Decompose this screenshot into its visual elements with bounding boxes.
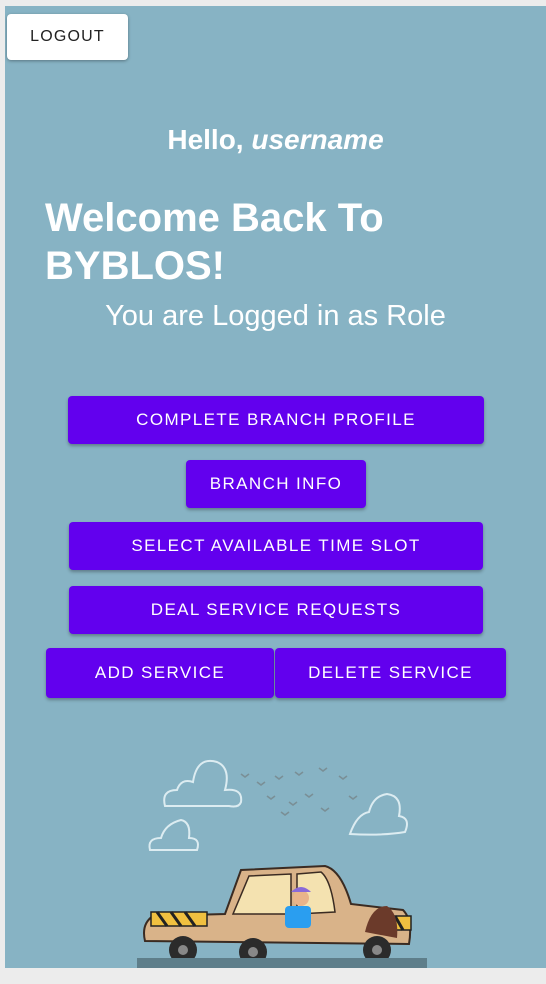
car-icon: [137, 864, 427, 968]
car-driver-illustration: [137, 760, 427, 968]
delete-service-button[interactable]: DELETE SERVICE: [275, 648, 506, 698]
deal-service-requests-button[interactable]: DEAL SERVICE REQUESTS: [69, 586, 483, 634]
add-service-button[interactable]: ADD SERVICE: [46, 648, 274, 698]
username: username: [251, 124, 384, 155]
birds-icon: [240, 767, 358, 816]
role-text: You are Logged in as Role: [105, 300, 446, 332]
greeting: Hello, username: [5, 124, 546, 156]
logout-button[interactable]: LOGOUT: [7, 14, 128, 60]
branch-info-button[interactable]: BRANCH INFO: [186, 460, 366, 508]
welcome-title: Welcome Back To BYBLOS!: [45, 196, 384, 288]
complete-branch-profile-button[interactable]: COMPLETE BRANCH PROFILE: [68, 396, 484, 444]
cloud-icon: [148, 760, 408, 851]
greeting-prefix: Hello,: [167, 124, 252, 155]
select-time-slot-button[interactable]: SELECT AVAILABLE TIME SLOT: [69, 522, 483, 570]
app-screen: LOGOUT Hello, username Welcome Back To B…: [5, 6, 546, 968]
